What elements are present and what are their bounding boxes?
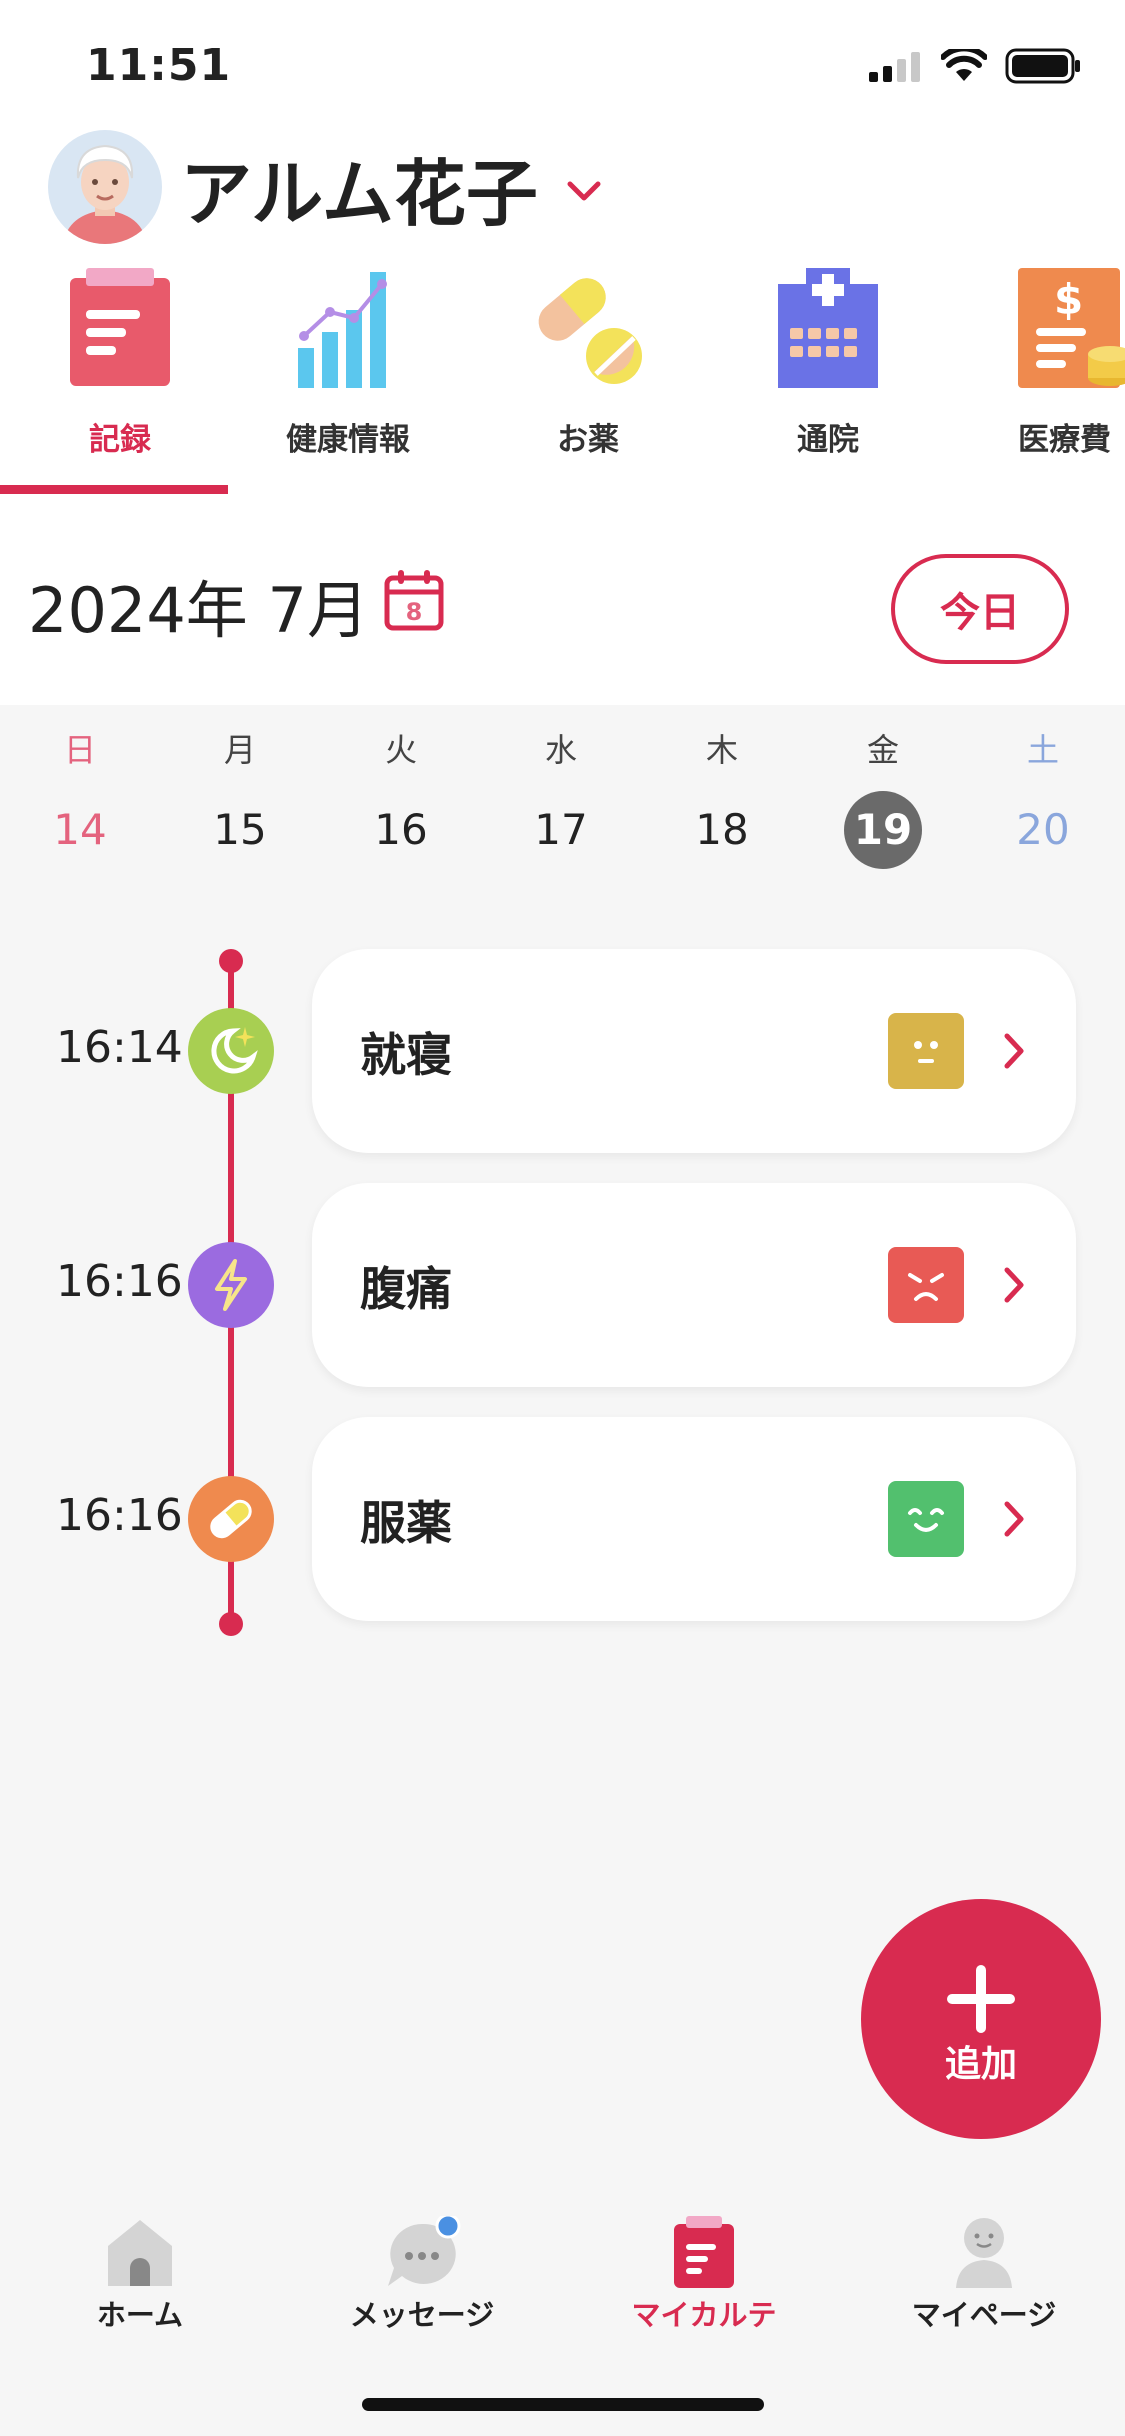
day-number: 18 — [695, 805, 749, 854]
pill-icon — [188, 1476, 274, 1562]
day-16[interactable]: 火 16 — [351, 725, 451, 869]
medical-cost-icon: $ — [1018, 268, 1125, 388]
day-number: 14 — [53, 805, 107, 854]
chevron-right-icon — [1004, 1033, 1024, 1069]
day-18[interactable]: 木 18 — [672, 725, 772, 869]
tab-hospital-visit-label: 通院 — [797, 422, 859, 458]
record-card-medication[interactable]: 服薬 — [312, 1417, 1076, 1621]
tab-home[interactable]: ホーム — [20, 2200, 260, 2340]
user-switcher[interactable]: アルム花子 — [48, 130, 602, 244]
category-tabs: 記録 健康情報 お薬 通院 $ 医療費 — [0, 268, 1125, 498]
tab-messages[interactable]: メッセージ — [302, 2200, 542, 2340]
record-time: 16:14 — [56, 1022, 183, 1073]
day-19-selected[interactable]: 金 19 — [833, 725, 933, 869]
record-title: 服薬 — [360, 1496, 452, 1550]
tab-my-chart[interactable]: マイカルテ — [584, 2200, 824, 2340]
day-number: 16 — [374, 805, 428, 854]
tab-medicine[interactable]: お薬 — [468, 268, 708, 498]
chevron-right-icon — [1004, 1267, 1024, 1303]
chevron-right-icon — [1004, 1501, 1024, 1537]
svg-text:$: $ — [1054, 275, 1083, 324]
home-indicator — [362, 2398, 764, 2411]
hospital-icon — [778, 268, 878, 388]
wifi-icon — [941, 49, 987, 81]
battery-icon — [1005, 48, 1080, 84]
timeline-end-dot — [219, 1612, 243, 1636]
avatar — [48, 130, 162, 244]
active-tab-indicator — [0, 485, 228, 494]
record-title: 腹痛 — [360, 1262, 452, 1316]
day-number: 19 — [833, 791, 933, 869]
mood-neutral-icon — [888, 1013, 964, 1089]
weekday-label: 金 — [866, 731, 899, 769]
day-number: 20 — [1016, 805, 1070, 854]
tab-medical-cost[interactable]: $ 医療費 — [948, 268, 1125, 498]
mood-sad-icon — [888, 1247, 964, 1323]
today-button[interactable]: 今日 — [891, 554, 1069, 664]
tab-my-chart-label: マイカルテ — [631, 2298, 777, 2332]
signal-icon — [869, 52, 920, 82]
mood-happy-icon — [888, 1481, 964, 1557]
record-card-sleep[interactable]: 就寝 — [312, 949, 1076, 1153]
tab-health-info[interactable]: 健康情報 — [228, 268, 468, 498]
weekday-label: 土 — [1026, 731, 1059, 769]
lightning-icon — [188, 1242, 274, 1328]
user-name: アルム花子 — [180, 151, 538, 236]
weekday-label: 火 — [384, 731, 417, 769]
status-icons — [869, 48, 1081, 84]
day-14[interactable]: 日 14 — [30, 725, 130, 869]
notification-badge — [435, 2216, 461, 2239]
calendar-icon[interactable]: 8 — [384, 568, 444, 636]
day-number: 15 — [213, 805, 267, 854]
chevron-down-icon — [567, 181, 601, 201]
tab-hospital-visit[interactable]: 通院 — [708, 268, 948, 498]
sleep-moon-icon — [188, 1008, 274, 1094]
tab-home-label: ホーム — [96, 2298, 184, 2332]
pill-icon — [538, 278, 642, 384]
tab-record[interactable]: 記録 — [0, 268, 240, 498]
day-20[interactable]: 土 20 — [993, 725, 1093, 869]
plus-icon — [947, 1965, 1015, 2033]
tab-my-page-label: マイページ — [911, 2298, 1057, 2332]
day-15[interactable]: 月 15 — [190, 725, 290, 869]
tab-my-page[interactable]: マイページ — [864, 2200, 1104, 2340]
record-time: 16:16 — [56, 1490, 183, 1541]
chart-record-icon — [674, 2216, 734, 2288]
day-17[interactable]: 水 17 — [511, 725, 611, 869]
week-strip: 日 14 月 15 火 16 水 17 木 18 金 19 土 20 — [0, 705, 1125, 875]
record-title: 就寝 — [360, 1028, 452, 1082]
timeline-start-dot — [219, 949, 243, 973]
record-icon — [70, 268, 170, 386]
month-label: 2024年 7月 — [28, 574, 369, 647]
weekday-label: 月 — [223, 731, 256, 769]
header-area: 11:51 アルム花子 記録 健康情報 お薬 通院 $ 医療費 2024年 7月… — [0, 0, 1125, 705]
tab-medical-cost-label: 医療費 — [1018, 422, 1111, 458]
svg-text:8: 8 — [406, 598, 423, 626]
tab-health-info-label: 健康情報 — [286, 422, 410, 458]
tab-messages-label: メッセージ — [349, 2298, 495, 2332]
weekday-label: 木 — [705, 731, 738, 769]
home-icon — [108, 2220, 172, 2286]
add-button-label: 追加 — [944, 2044, 1017, 2085]
person-icon — [956, 2218, 1012, 2288]
tab-medicine-label: お薬 — [557, 422, 619, 458]
add-button[interactable]: 追加 — [861, 1899, 1101, 2139]
record-card-stomachache[interactable]: 腹痛 — [312, 1183, 1076, 1387]
chart-icon — [298, 272, 387, 388]
weekday-label: 日 — [63, 731, 96, 769]
record-time: 16:16 — [56, 1256, 183, 1307]
tab-record-label: 記録 — [89, 422, 151, 458]
message-icon — [388, 2216, 461, 2286]
weekday-label: 水 — [544, 731, 577, 769]
day-number: 17 — [534, 805, 588, 854]
status-time: 11:51 — [86, 40, 232, 91]
